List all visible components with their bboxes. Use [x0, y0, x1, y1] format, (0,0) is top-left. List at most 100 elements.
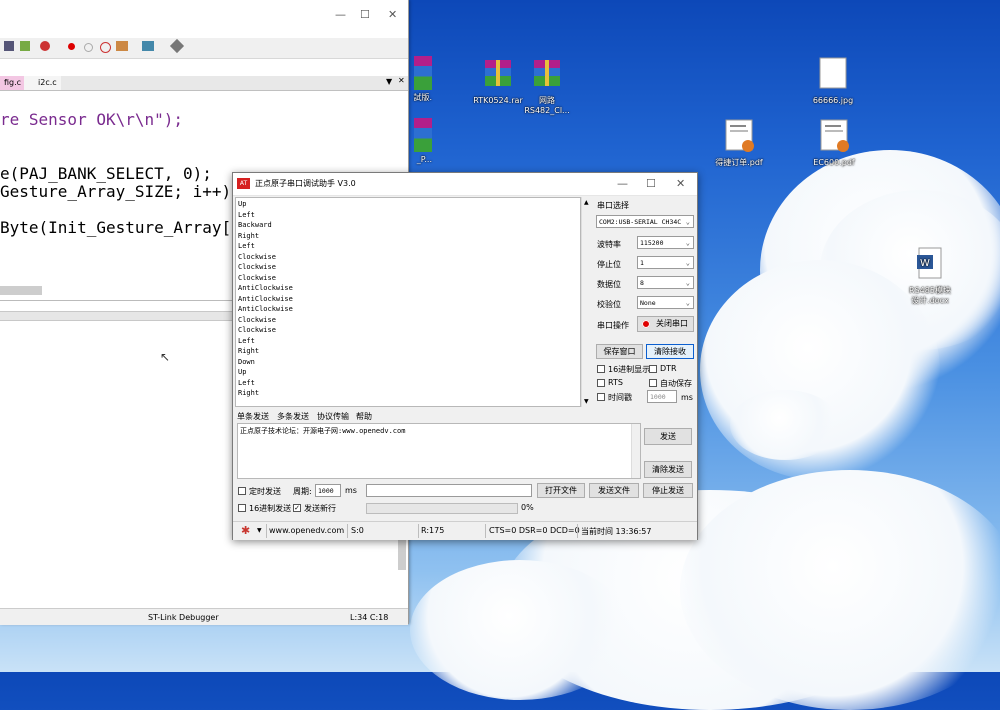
vertical-scrollbar[interactable]: [398, 540, 406, 570]
received-line: Clockwise: [238, 252, 276, 261]
desktop-icon-label: 得捷订单.pdf: [715, 158, 763, 167]
window-title: 正点原子串口调试助手 V3.0: [255, 179, 356, 188]
dtr-checkbox[interactable]: [649, 365, 657, 373]
minimize-icon[interactable]: —: [617, 177, 628, 190]
ide-status-bar: ST-Link Debugger L:34 C:18: [0, 608, 408, 625]
toolbar-icon[interactable]: [116, 41, 128, 51]
maximize-icon[interactable]: ☐: [646, 177, 656, 190]
tab-i2c-c[interactable]: i2c.c: [24, 76, 61, 90]
parity-select[interactable]: None ⌄: [637, 296, 694, 309]
baud-select[interactable]: 115200 ⌄: [637, 236, 694, 249]
send-newline-checkbox[interactable]: ✓: [293, 504, 301, 512]
chevron-down-icon: ⌄: [685, 279, 690, 287]
rts-checkbox[interactable]: [597, 379, 605, 387]
received-line: Clockwise: [238, 315, 276, 324]
file-path-input[interactable]: [366, 484, 532, 497]
chevron-down-icon[interactable]: ▼: [257, 527, 262, 534]
chevron-down-icon: ⌄: [685, 239, 690, 247]
minimize-icon[interactable]: —: [335, 8, 346, 21]
ide-toolbar: [0, 38, 408, 59]
auto-save-label: 自动保存: [660, 379, 692, 388]
tab-single-send[interactable]: 单条发送: [237, 411, 269, 422]
website-link[interactable]: www.openedv.com: [269, 526, 344, 535]
app-logo-icon: AT: [237, 178, 250, 189]
status-led-icon: [642, 320, 650, 328]
cloud: [730, 390, 840, 460]
send-file-button[interactable]: 发送文件: [589, 483, 639, 498]
tab-menu-icon[interactable]: ▼: [386, 77, 392, 86]
window-icon[interactable]: [142, 41, 154, 51]
save-window-button[interactable]: 保存窗口: [596, 344, 643, 359]
line-status: CTS=0 DSR=0 DCD=0: [489, 526, 580, 535]
send-button[interactable]: 发送: [644, 428, 692, 445]
desktop-icon-docx[interactable]: W RS485模块 设计.docx: [890, 246, 970, 306]
received-line: AntiClockwise: [238, 305, 293, 313]
close-port-button[interactable]: 关闭串口: [637, 316, 694, 332]
open-file-button[interactable]: 打开文件: [537, 483, 585, 498]
send-scrollbar[interactable]: [631, 424, 640, 478]
toolbar-icon[interactable]: [20, 41, 30, 51]
port-label: 串口选择: [597, 201, 629, 210]
toolbar-icon[interactable]: [4, 41, 14, 51]
pdf-file-icon: [820, 119, 849, 152]
timestamp-checkbox[interactable]: [597, 393, 605, 401]
hex-send-checkbox[interactable]: [238, 504, 246, 512]
timed-send-checkbox[interactable]: [238, 487, 246, 495]
stop-bits-select[interactable]: 1 ⌄: [637, 256, 694, 269]
clear-send-button[interactable]: 清除发送: [644, 461, 692, 478]
timestamp-ms-input[interactable]: 1000: [647, 390, 677, 403]
serial-status-bar: ✱ ▼ www.openedv.com S:0 R:175 CTS=0 DSR=…: [233, 521, 697, 540]
tab-multi-send[interactable]: 多条发送: [277, 411, 309, 422]
horizontal-scrollbar[interactable]: [0, 286, 42, 295]
hex-display-checkbox[interactable]: [597, 365, 605, 373]
send-input[interactable]: 正点原子技术论坛：开源电子网:www.openedv.com: [237, 423, 641, 479]
desktop-icon-rs482[interactable]: 网路 RS482_Cl...: [507, 56, 587, 116]
clear-receive-button[interactable]: 清除接收: [646, 344, 694, 359]
breakpoint-icon[interactable]: [84, 43, 93, 52]
hex-display-label: 16进制显示: [608, 365, 651, 374]
receive-area[interactable]: Up Left Backward Right Left Clockwise Clockwis…: [235, 197, 581, 407]
desktop-icon-pdf-ec600[interactable]: EC600.pdf: [794, 118, 874, 168]
search-icon[interactable]: [40, 41, 50, 51]
period-input[interactable]: 1000: [315, 484, 341, 497]
sent-count: S:0: [351, 526, 364, 535]
received-line: Left: [238, 378, 255, 387]
desktop-icon-jpg[interactable]: 66666.jpg: [793, 56, 873, 106]
received-line: Right: [238, 389, 260, 397]
mouse-cursor-icon: ↖: [160, 350, 171, 364]
scroll-down-icon[interactable]: ▼: [584, 398, 589, 405]
data-bits-select[interactable]: 8 ⌄: [637, 276, 694, 289]
svg-text:W: W: [920, 258, 930, 269]
received-line: Backward: [238, 221, 272, 229]
scroll-up-icon[interactable]: ▲: [584, 199, 589, 206]
breakpoint-icon[interactable]: [68, 43, 75, 50]
desktop-icon-pdf-order[interactable]: 得捷订单.pdf: [699, 118, 779, 168]
gear-icon[interactable]: ✱: [241, 524, 250, 537]
close-icon[interactable]: ✕: [388, 8, 397, 21]
serial-titlebar: AT 正点原子串口调试助手 V3.0 — ☐ ✕: [233, 173, 697, 196]
close-icon[interactable]: ✕: [676, 177, 685, 190]
clear-icon[interactable]: [100, 42, 111, 53]
received-line: Down: [238, 357, 255, 366]
tab-protocol[interactable]: 协议传输: [317, 411, 349, 422]
pdf-file-icon: [725, 119, 754, 152]
send-newline-label: 发送新行: [304, 504, 336, 513]
received-line: Right: [238, 231, 260, 240]
tab-help[interactable]: 帮助: [356, 411, 372, 422]
rar-icon: [534, 60, 560, 86]
stop-send-button[interactable]: 停止发送: [643, 483, 693, 498]
maximize-icon[interactable]: ☐: [360, 8, 370, 21]
received-line: Up: [238, 368, 247, 376]
code-line: e(PAJ_BANK_SELECT, 0);: [0, 164, 212, 183]
wrench-icon[interactable]: [169, 38, 185, 54]
chevron-down-icon: ⌄: [685, 299, 690, 307]
close-icon[interactable]: ✕: [398, 76, 405, 85]
timed-send-label: 定时发送: [249, 487, 281, 496]
port-select[interactable]: COM2:USB-SERIAL CH34C ⌄: [596, 215, 694, 228]
received-line: AntiClockwise: [238, 284, 293, 292]
chevron-down-icon: ⌄: [685, 218, 690, 226]
tab-fig-c[interactable]: fig.c: [0, 76, 26, 90]
baud-label: 波特率: [597, 240, 621, 249]
receive-scrollbar[interactable]: ▲ ▼: [581, 197, 592, 407]
auto-save-checkbox[interactable]: [649, 379, 657, 387]
